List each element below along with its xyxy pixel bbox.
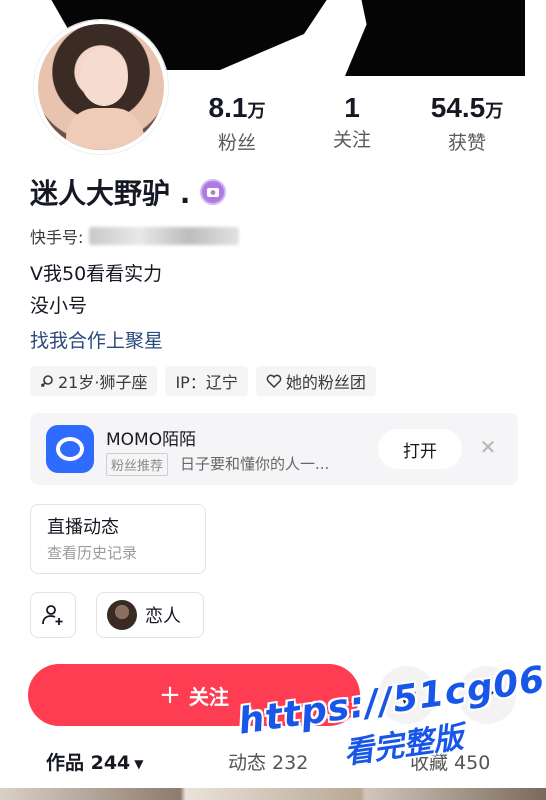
works-thumbnails-strip: [0, 788, 546, 800]
stats-row: 8.1万 粉丝 1 关注 54.5万 获赞: [182, 90, 532, 156]
tag-fan-group-label: 她的粉丝团: [285, 373, 366, 392]
stat-likes[interactable]: 54.5万 获赞: [422, 90, 512, 157]
tag-age: 21岁·狮子座: [30, 366, 158, 396]
tag-age-label: 21岁·狮子座: [58, 373, 148, 392]
add-user-icon: [42, 605, 63, 625]
lover-relation-chip[interactable]: 恋人: [96, 592, 204, 638]
bio-line-2: 没小号: [30, 295, 88, 317]
app-name: MOMO陌陌: [106, 430, 197, 450]
momo-logo-icon: [46, 425, 94, 473]
tag-fan-group[interactable]: 她的粉丝团: [255, 366, 376, 396]
app-description: 日子要和懂你的人一...: [180, 455, 330, 473]
heart-icon: [266, 374, 282, 388]
stat-following[interactable]: 1 关注: [322, 90, 382, 154]
gender-female-icon: [40, 375, 53, 388]
add-friend-button[interactable]: [30, 592, 76, 638]
caret-down-icon: ▼: [134, 756, 144, 771]
user-id-blurred: [89, 227, 240, 245]
tab-works[interactable]: 作品 244 ▼: [46, 748, 144, 775]
camera-badge-icon[interactable]: [200, 179, 227, 205]
fans-count: 8.1: [208, 92, 248, 123]
live-title: 直播动态: [47, 517, 119, 538]
tag-ip-label: IP：辽宁: [175, 373, 238, 392]
tab-works-label: 作品 244: [46, 752, 131, 774]
follow-label: 关注: [188, 684, 229, 709]
avatar-face: [80, 48, 128, 106]
likes-unit: 万: [485, 101, 504, 121]
live-history-card[interactable]: 直播动态 查看历史记录: [30, 504, 206, 574]
lover-label: 恋人: [145, 606, 181, 627]
stat-fans[interactable]: 8.1万 粉丝: [202, 90, 272, 157]
profile-name: 迷人大野驴 .: [30, 177, 191, 210]
likes-label: 获赞: [447, 132, 486, 154]
plus-icon: +: [159, 680, 181, 710]
avatar-neck: [66, 108, 144, 150]
user-id-label: 快手号:: [30, 228, 84, 247]
open-app-button[interactable]: 打开: [378, 429, 462, 469]
app-tag: 粉丝推荐: [106, 453, 169, 476]
collab-link[interactable]: 找我合作上聚星: [30, 326, 163, 353]
bio-line-1: V我50看看实力: [30, 263, 163, 285]
app-recommendation-card[interactable]: MOMO陌陌 粉丝推荐 日子要和懂你的人一... 打开 ✕: [30, 413, 518, 485]
following-label: 关注: [332, 129, 371, 151]
fans-label: 粉丝: [217, 132, 256, 154]
bio: V我50看看实力 没小号: [30, 258, 162, 322]
avatar[interactable]: [34, 20, 168, 154]
likes-count: 54.5: [430, 92, 486, 123]
live-subtitle: 查看历史记录: [47, 544, 138, 562]
tag-ip: IP：辽宁: [165, 366, 248, 396]
lover-avatar: [107, 600, 137, 630]
profile-tags: 21岁·狮子座 IP：辽宁 她的粉丝团: [30, 366, 376, 396]
following-count: 1: [344, 92, 360, 123]
close-icon[interactable]: ✕: [476, 435, 500, 459]
user-id-row: 快手号:: [30, 224, 240, 248]
profile-name-row: 迷人大野驴 .: [30, 172, 227, 212]
fans-unit: 万: [247, 101, 266, 121]
cover-shape-right: [345, 0, 525, 76]
